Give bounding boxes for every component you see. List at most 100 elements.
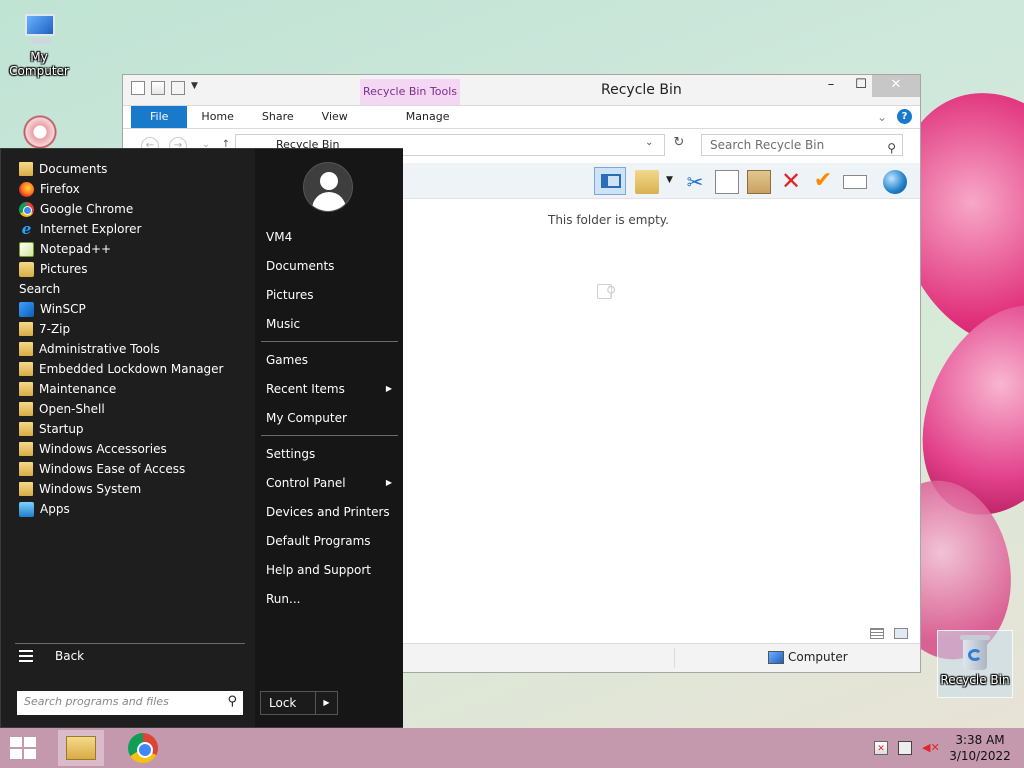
- navigation-pane-icon[interactable]: [594, 167, 626, 195]
- places-item-label: Settings: [266, 447, 316, 461]
- program-item[interactable]: Documents: [19, 159, 107, 179]
- window-menu-icon[interactable]: [131, 81, 145, 95]
- window-title: Recycle Bin: [601, 82, 682, 98]
- expand-ribbon-chevron-icon[interactable]: ⌄: [877, 110, 887, 124]
- address-dropdown-icon[interactable]: ⌄: [645, 137, 653, 148]
- cut-icon[interactable]: ✂: [683, 170, 707, 194]
- places-item[interactable]: Control Panel ▶: [266, 473, 396, 493]
- back-label: Back: [55, 649, 85, 663]
- internet-explorer-icon: e: [21, 219, 32, 238]
- delete-icon[interactable]: ✕: [779, 169, 803, 194]
- tab-share[interactable]: Share: [248, 106, 308, 128]
- program-item[interactable]: Maintenance: [19, 379, 116, 399]
- folder-icon: [19, 462, 33, 476]
- places-item[interactable]: Default Programs: [266, 531, 396, 551]
- program-item[interactable]: Administrative Tools: [19, 339, 160, 359]
- folder-icon: [19, 382, 33, 396]
- folder-icon: [19, 482, 33, 496]
- copy-icon[interactable]: [715, 170, 739, 194]
- program-item[interactable]: Open-Shell: [19, 399, 105, 419]
- folder-icon: [19, 342, 33, 356]
- places-item[interactable]: Devices and Printers: [266, 502, 396, 522]
- program-item[interactable]: Notepad++: [19, 239, 111, 259]
- folder-icon: [19, 422, 33, 436]
- search-icon: ⚲: [887, 141, 896, 155]
- taskbar-file-explorer[interactable]: [58, 730, 104, 766]
- clock[interactable]: 3:38 AM 3/10/2022: [944, 732, 1016, 764]
- minimize-button[interactable]: –: [816, 75, 846, 97]
- program-item-label: Open-Shell: [39, 402, 105, 416]
- program-item[interactable]: Windows Accessories: [19, 439, 167, 459]
- places-item[interactable]: Games: [266, 350, 396, 370]
- program-item[interactable]: Firefox: [19, 179, 80, 199]
- notepad-plus-plus-icon: [19, 241, 34, 257]
- clock-date: 3/10/2022: [949, 749, 1011, 763]
- tab-view[interactable]: View: [308, 106, 362, 128]
- start-menu-programs-pane: Documents Firefox Google Chrome e Internet E…: [1, 149, 616, 727]
- new-folder-icon[interactable]: [171, 81, 185, 95]
- properties-icon[interactable]: [151, 81, 165, 95]
- action-center-flag-icon[interactable]: ✕: [874, 741, 888, 755]
- places-item-label: Devices and Printers: [266, 505, 390, 519]
- places-item[interactable]: Recent Items ▶: [266, 379, 396, 399]
- places-item-label: Games: [266, 353, 308, 367]
- desktop-icon-recycle-bin[interactable]: Recycle Bin: [937, 630, 1013, 698]
- refresh-icon[interactable]: ↻: [669, 135, 689, 155]
- globe-icon[interactable]: [883, 170, 907, 194]
- places-item[interactable]: Run...: [266, 589, 396, 609]
- desktop-icon-label: My Computer: [9, 50, 69, 78]
- search-icon: ⚲: [597, 284, 616, 300]
- program-item[interactable]: Windows System: [19, 479, 141, 499]
- program-item[interactable]: Google Chrome: [19, 199, 133, 219]
- customize-toolbar-chevron-icon[interactable]: ▼: [191, 81, 201, 95]
- program-item[interactable]: e Internet Explorer: [19, 219, 142, 239]
- close-button[interactable]: ✕: [872, 75, 920, 97]
- start-button[interactable]: [10, 737, 38, 759]
- places-item[interactable]: Help and Support: [266, 560, 396, 580]
- places-item[interactable]: My Computer: [266, 408, 396, 428]
- user-avatar[interactable]: [303, 162, 353, 212]
- rename-icon[interactable]: [843, 175, 867, 189]
- desktop-icon-my-computer[interactable]: My Computer: [1, 12, 77, 78]
- places-item[interactable]: Pictures: [266, 285, 396, 305]
- back-button[interactable]: Back: [19, 649, 84, 663]
- computer-icon: [19, 12, 59, 48]
- program-item[interactable]: 7-Zip: [19, 319, 70, 339]
- start-search-input[interactable]: Search programs and files ⚲: [17, 691, 243, 715]
- help-icon[interactable]: ?: [897, 109, 912, 124]
- volume-muted-icon[interactable]: ◀✕: [922, 741, 940, 755]
- program-item[interactable]: ⚲ Search: [19, 279, 616, 300]
- large-icons-view-icon[interactable]: [894, 628, 908, 639]
- tab-file[interactable]: File: [131, 106, 188, 128]
- places-item[interactable]: VM4: [266, 227, 396, 247]
- tab-manage[interactable]: Manage: [392, 106, 464, 128]
- program-item[interactable]: Windows Ease of Access: [19, 459, 185, 479]
- lock-label: Lock: [269, 696, 297, 710]
- places-item-label: Recent Items: [266, 382, 345, 396]
- program-item[interactable]: Startup: [19, 419, 84, 439]
- start-menu-places-pane: VM4 Documents Pictures Music Games Recent Ite…: [255, 149, 403, 727]
- places-item-label: My Computer: [266, 411, 347, 425]
- program-item[interactable]: Apps: [19, 499, 70, 519]
- tab-home[interactable]: Home: [187, 106, 247, 128]
- lock-button[interactable]: Lock ▶: [260, 691, 338, 715]
- program-item[interactable]: Embedded Lockdown Manager: [19, 359, 223, 379]
- submenu-arrow-icon: ▶: [385, 478, 392, 487]
- status-location: Computer: [788, 650, 848, 664]
- details-view-icon[interactable]: [870, 628, 884, 639]
- paste-icon[interactable]: [747, 170, 771, 194]
- places-item[interactable]: Documents: [266, 256, 396, 276]
- shutdown-options-arrow-icon[interactable]: ▶: [315, 692, 337, 714]
- network-icon[interactable]: [898, 741, 912, 755]
- search-input[interactable]: Search Recycle Bin ⚲: [701, 134, 903, 156]
- program-item-label: Search: [19, 282, 61, 296]
- places-item[interactable]: Settings: [266, 444, 396, 464]
- places-item[interactable]: Music: [266, 314, 396, 334]
- dropdown-chevron-icon[interactable]: ▼: [666, 175, 673, 185]
- program-item[interactable]: WinSCP: [19, 299, 86, 319]
- taskbar-chrome-icon[interactable]: [128, 733, 158, 763]
- folder-options-icon[interactable]: [635, 170, 659, 194]
- places-item-label: Music: [266, 317, 301, 331]
- properties-check-icon[interactable]: ✔: [811, 170, 835, 194]
- program-item[interactable]: Pictures: [19, 259, 88, 279]
